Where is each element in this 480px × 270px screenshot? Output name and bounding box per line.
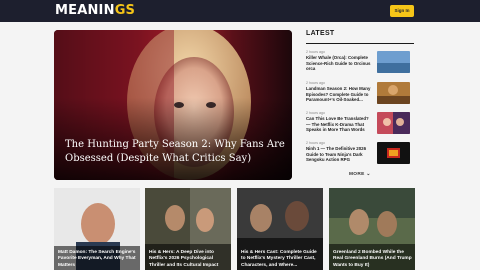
- latest-item[interactable]: 2 hours ago Ninh 1 — The Definitive 2026…: [306, 141, 414, 167]
- article-card[interactable]: His & Hers: A Deep Dive into Netflix's 2…: [145, 188, 231, 270]
- item-thumbnail[interactable]: [377, 82, 410, 104]
- item-headline[interactable]: Killer Whale (Orca): Complete Science-Ri…: [306, 55, 373, 72]
- article-card[interactable]: Greenland 2 Bombed While the Real Greenl…: [329, 188, 415, 270]
- item-headline[interactable]: Landman Season 2: How Many Episodes? Com…: [306, 86, 373, 103]
- logo-main-text: MEANIN: [55, 3, 115, 18]
- latest-item[interactable]: 2 hours ago Can This Love Be Translated?…: [306, 111, 414, 137]
- site-header: MEANINGS Sign In: [0, 0, 480, 22]
- article-card[interactable]: Matt Damon: The Search Engine's Favorite…: [54, 188, 140, 270]
- latest-divider: [306, 43, 414, 44]
- hero-article[interactable]: The Hunting Party Season 2: Why Fans Are…: [54, 30, 292, 180]
- item-headline[interactable]: Can This Love Be Translated? — The Netfl…: [306, 116, 373, 133]
- card-title[interactable]: Matt Damon: The Search Engine's Favorite…: [58, 250, 138, 269]
- item-headline[interactable]: Ninh 1 — The Definitive 2026 Guide to Te…: [306, 146, 373, 163]
- latest-item[interactable]: 2 hours ago Killer Whale (Orca): Complet…: [306, 50, 414, 76]
- logo-accent-text: GS: [114, 3, 136, 18]
- site-logo[interactable]: MEANINGS: [55, 3, 135, 18]
- sign-in-button[interactable]: Sign In: [390, 5, 414, 17]
- card-title[interactable]: His & Hers: A Deep Dive into Netflix's 2…: [149, 250, 229, 269]
- card-title[interactable]: Greenland 2 Bombed While the Real Greenl…: [333, 250, 413, 269]
- item-thumbnail[interactable]: [377, 51, 410, 73]
- hero-title[interactable]: The Hunting Party Season 2: Why Fans Are…: [65, 138, 290, 166]
- latest-heading: LATEST: [306, 30, 335, 37]
- more-label: MORE: [349, 172, 365, 177]
- item-thumbnail[interactable]: [377, 112, 410, 134]
- more-button[interactable]: MORE ⌄: [349, 172, 371, 177]
- latest-item[interactable]: 2 hours ago Landman Season 2: How Many E…: [306, 81, 414, 107]
- article-card[interactable]: His & Hers Cast: Complete Guide to Netfl…: [237, 188, 323, 270]
- chevron-down-icon: ⌄: [366, 172, 371, 177]
- item-thumbnail[interactable]: [377, 142, 410, 164]
- card-title[interactable]: His & Hers Cast: Complete Guide to Netfl…: [241, 250, 321, 269]
- latest-sidebar: LATEST 2 hours ago Killer Whale (Orca): …: [306, 30, 414, 164]
